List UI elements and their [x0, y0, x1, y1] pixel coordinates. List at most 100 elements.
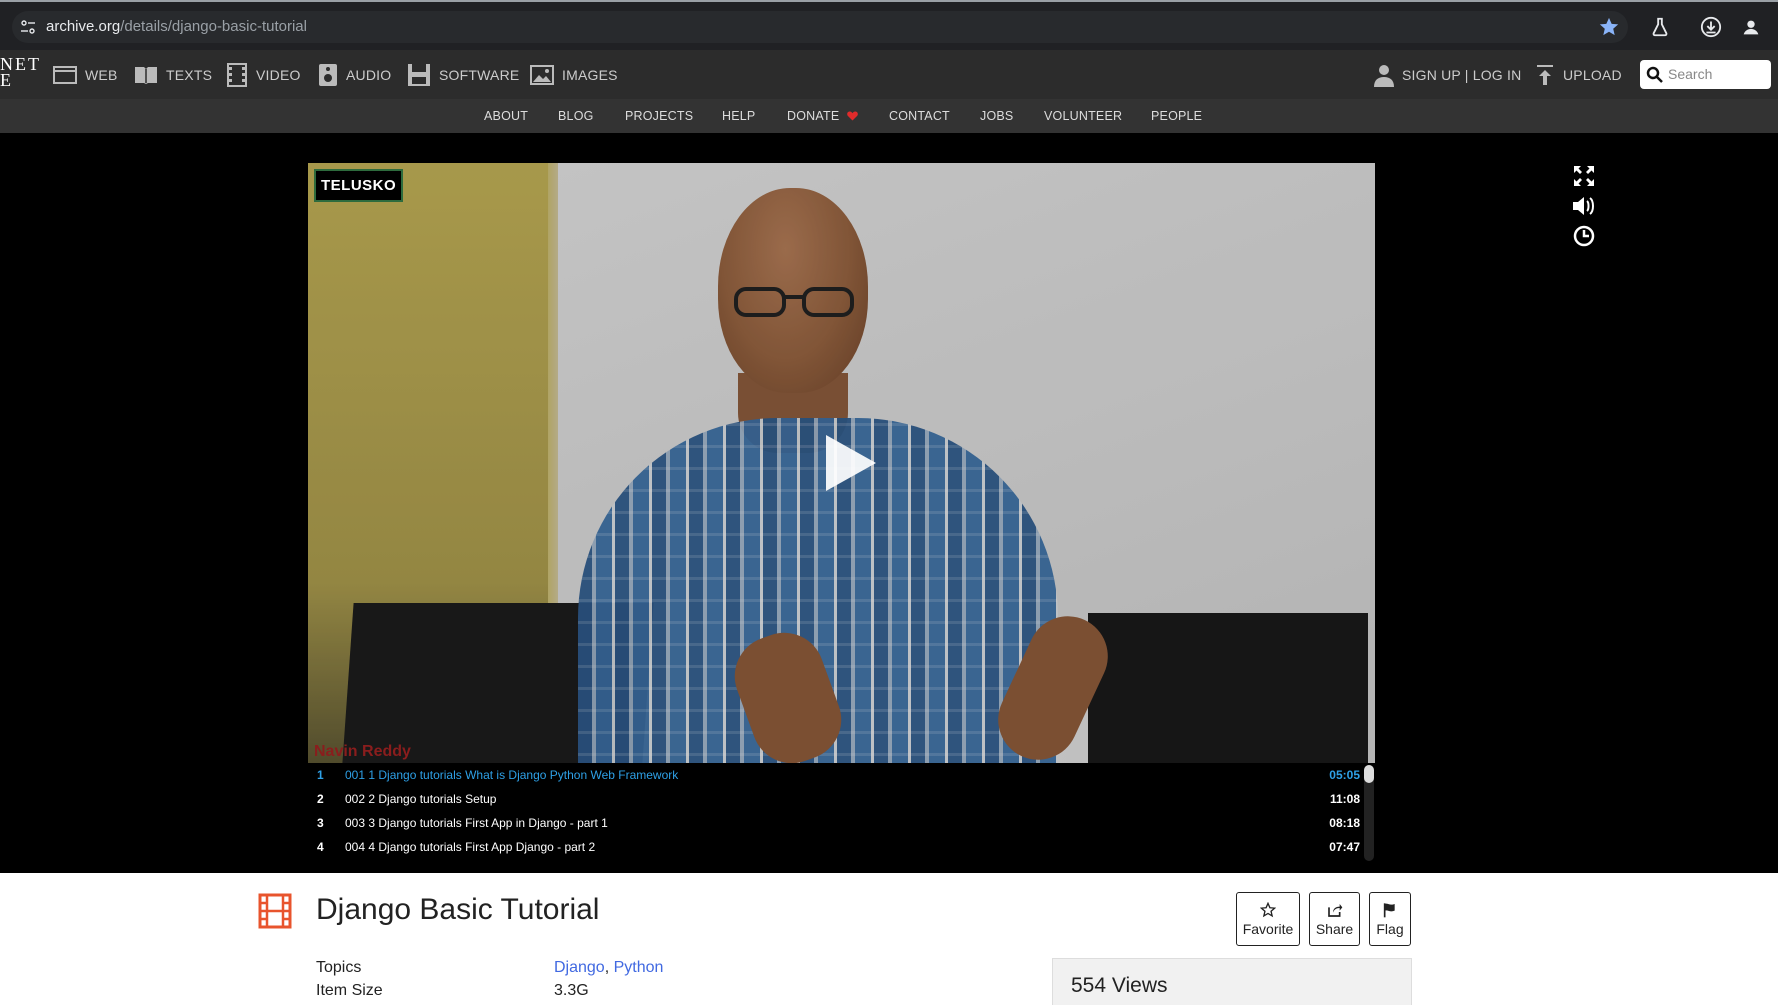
nav-video[interactable]: VIDEO — [226, 50, 301, 99]
url-text[interactable]: archive.org/details/django-basic-tutoria… — [46, 18, 307, 35]
fullscreen-icon — [1574, 166, 1594, 186]
playlist-item[interactable]: 4 004 4 Django tutorials First App Djang… — [308, 835, 1360, 859]
views-count: 554 Views — [1071, 974, 1168, 997]
nav-web-label: WEB — [85, 66, 118, 83]
upload-icon — [1537, 64, 1553, 85]
film-icon — [258, 893, 292, 929]
playlist-item-duration: 11:08 — [1329, 792, 1360, 806]
playlist-item-number: 1 — [317, 768, 324, 782]
sub-nav-people[interactable]: PEOPLE — [1151, 109, 1202, 123]
sub-nav-projects[interactable]: PROJECTS — [625, 109, 693, 123]
playlist: 1 001 1 Django tutorials What is Django … — [308, 763, 1375, 863]
favorite-button[interactable]: Favorite — [1236, 892, 1300, 946]
bookmark-star-icon[interactable] — [1598, 16, 1620, 38]
signup-login-label: SIGN UP | LOG IN — [1402, 66, 1522, 83]
signup-login-link[interactable]: SIGN UP | LOG IN — [1374, 50, 1521, 99]
nav-software[interactable]: SOFTWARE — [407, 50, 519, 99]
sub-nav-blog[interactable]: BLOG — [558, 109, 594, 123]
nav-images-label: IMAGES — [562, 66, 618, 83]
topics-separator: , — [604, 959, 614, 976]
sub-nav-help[interactable]: HELP — [722, 109, 755, 123]
logo-line-2: E — [0, 70, 13, 90]
item-title: Django Basic Tutorial — [316, 893, 600, 926]
share-button[interactable]: Share — [1309, 892, 1360, 946]
topics-value: Django, Python — [554, 959, 663, 977]
nav-video-label: VIDEO — [256, 66, 301, 83]
playlist-item-duration: 05:05 — [1329, 768, 1360, 782]
channel-badge: TELUSKO — [314, 169, 404, 202]
video-watermark: Navin Reddy — [314, 743, 411, 760]
playlist-item-number: 4 — [317, 840, 324, 854]
nav-software-label: SOFTWARE — [439, 66, 520, 83]
labs-flask-icon[interactable] — [1649, 16, 1671, 38]
speed-button[interactable] — [1572, 221, 1596, 251]
nav-texts[interactable]: TEXTS — [134, 50, 212, 99]
clock-icon — [1573, 225, 1595, 247]
profile-icon[interactable] — [1740, 16, 1762, 38]
video-player[interactable]: TELUSKO Navin Reddy — [308, 163, 1375, 763]
share-icon — [1327, 903, 1342, 917]
sub-nav-donate[interactable]: DONATE — [787, 109, 858, 123]
item-size-label: Item Size — [316, 982, 383, 999]
playlist-item[interactable]: 2 002 2 Django tutorials Setup 11:08 — [308, 787, 1360, 811]
url-host: archive.org — [46, 18, 121, 35]
download-icon[interactable] — [1700, 16, 1722, 38]
topic-link-python[interactable]: Python — [614, 959, 664, 976]
user-icon — [1374, 64, 1394, 87]
site-info-icon[interactable] — [20, 19, 36, 35]
fullscreen-button[interactable] — [1572, 161, 1596, 191]
sub-nav-about[interactable]: ABOUT — [484, 109, 528, 123]
topic-link-django[interactable]: Django — [554, 959, 605, 976]
playlist-item-title: 001 1 Django tutorials What is Django Py… — [345, 768, 679, 782]
search-input[interactable] — [1668, 64, 1766, 84]
url-path: /details/django-basic-tutorial — [120, 18, 307, 35]
ia-logo[interactable]: NET E — [0, 55, 41, 90]
flag-button[interactable]: Flag — [1369, 892, 1411, 946]
playlist-item[interactable]: 1 001 1 Django tutorials What is Django … — [308, 763, 1360, 787]
item-size-value: 3.3G — [554, 982, 589, 999]
favorite-label: Favorite — [1242, 920, 1294, 937]
sub-nav-volunteer[interactable]: VOLUNTEER — [1044, 109, 1122, 123]
star-outline-icon — [1260, 901, 1276, 917]
software-icon — [408, 63, 430, 86]
playlist-scrollbar[interactable] — [1364, 765, 1374, 861]
playlist-item-title: 002 2 Django tutorials Setup — [345, 792, 497, 806]
sub-nav: ABOUT BLOG PROJECTS HELP DONATE CONTACT … — [0, 99, 1778, 133]
upload-link[interactable]: UPLOAD — [1535, 50, 1622, 99]
flag-icon — [1383, 902, 1395, 917]
ia-top-nav: NET E WEB TEXTS VIDEO AUDIO SOFTWARE IMA… — [0, 50, 1778, 99]
browser-toolbar: archive.org/details/django-basic-tutoria… — [0, 0, 1778, 50]
topics-label: Topics — [316, 959, 362, 976]
nav-audio[interactable]: AUDIO — [318, 50, 391, 99]
player-side-controls — [1572, 161, 1596, 251]
texts-icon — [135, 66, 157, 84]
playlist-item-duration: 08:18 — [1329, 816, 1360, 830]
play-icon[interactable] — [818, 431, 882, 495]
nav-audio-label: AUDIO — [346, 66, 392, 83]
volume-icon — [1573, 197, 1594, 215]
upload-label: UPLOAD — [1563, 66, 1622, 83]
nav-web[interactable]: WEB — [53, 50, 118, 99]
web-icon — [53, 65, 77, 84]
playlist-item[interactable]: 3 003 3 Django tutorials First App in Dj… — [308, 811, 1360, 835]
views-panel: 554 Views — [1052, 958, 1412, 1005]
search-icon — [1646, 66, 1663, 83]
playlist-item-number: 3 — [317, 816, 324, 830]
video-icon — [227, 62, 247, 87]
search-box[interactable] — [1640, 60, 1771, 89]
playlist-scroll-thumb[interactable] — [1364, 765, 1374, 783]
share-label: Share — [1315, 920, 1354, 937]
nav-images[interactable]: IMAGES — [530, 50, 618, 99]
playlist-item-number: 2 — [317, 792, 324, 806]
heart-icon — [847, 111, 858, 121]
sub-nav-contact[interactable]: CONTACT — [889, 109, 950, 123]
volume-button[interactable] — [1572, 191, 1596, 221]
flag-label: Flag — [1376, 920, 1404, 937]
audio-icon — [319, 63, 337, 86]
sub-nav-jobs[interactable]: JOBS — [980, 109, 1013, 123]
address-bar[interactable]: archive.org/details/django-basic-tutoria… — [12, 11, 1628, 43]
video-theatre: TELUSKO Navin Reddy 1 001 1 Django tutor… — [0, 133, 1778, 873]
sub-nav-donate-label: DONATE — [787, 109, 840, 123]
images-icon — [530, 64, 554, 85]
playlist-item-title: 004 4 Django tutorials First App Django … — [345, 840, 596, 854]
